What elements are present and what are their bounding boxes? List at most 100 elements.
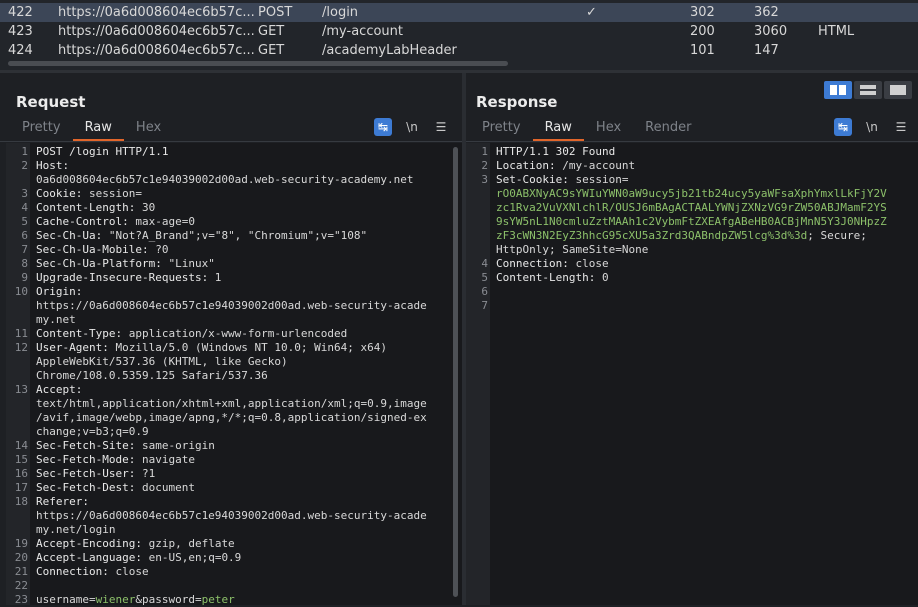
proxy-history-table: 422 https://0a6d008604ec6b57c... POST/logi…	[0, 0, 918, 70]
line-text: Connection: close	[36, 565, 149, 579]
line-segment: text/html,application/xhtml+xml,applicat…	[36, 397, 427, 410]
line-segment: /my-account	[555, 159, 636, 172]
side-by-side-layout-button[interactable]	[824, 81, 852, 99]
line-text: Sec-Fetch-Site: same-origin	[36, 439, 215, 453]
line-text: Cookie: session=	[36, 187, 142, 201]
line-segment: my.net	[36, 313, 76, 326]
tab-raw[interactable]: Raw	[72, 119, 124, 141]
response-tabs: Pretty Raw Hex Render	[470, 119, 703, 141]
line-segment: close	[108, 565, 149, 578]
line-segment: my.net/login	[36, 523, 116, 536]
line-segment: Set-Cookie:	[496, 173, 569, 186]
row-host: https://0a6d008604ec6b57c...	[58, 5, 255, 20]
line-text: Sec-Ch-Ua: "Not?A_Brand";v="8", "Chromiu…	[36, 229, 367, 243]
history-horizontal-scrollbar[interactable]	[8, 61, 508, 66]
single-pane-layout-button[interactable]	[884, 81, 912, 99]
row-host: https://0a6d008604ec6b57c...	[58, 43, 255, 58]
wrap-lines-icon[interactable]: ↹	[834, 118, 852, 136]
line-text: Origin:	[36, 285, 82, 299]
line-text: Cache-Control: max-age=0	[36, 215, 195, 229]
line-number: 2	[21, 159, 28, 172]
line-number: 11	[14, 327, 28, 340]
line-segment: Sec-Fetch-Mode:	[36, 453, 136, 466]
line-number: 16	[14, 467, 28, 480]
line-segment: application/x-www-form-urlencoded	[122, 327, 348, 340]
line-text: AppleWebKit/537.36 (KHTML, like Gecko)	[36, 355, 288, 369]
request-editor[interactable]: 1 POST /login HTTP/1.1 2 Host: 0a6d008604ec6…	[6, 143, 462, 606]
line-text: Chrome/108.0.5359.125 Safari/537.36	[36, 369, 268, 383]
line-number: 4	[481, 257, 488, 270]
line-segment: zc1Rva2VuVXNlchlR/OUSJ6mBAgACTAALYWNjZXN…	[496, 201, 887, 214]
line-segment: gzip, deflate	[141, 537, 235, 550]
line-segment: POST /login HTTP/1.1	[36, 145, 169, 158]
tab-hex[interactable]: Hex	[124, 119, 173, 141]
stacked-layout-button[interactable]	[854, 81, 882, 99]
line-segment: Host:	[36, 159, 70, 172]
line-text: Host:	[36, 159, 69, 173]
line-segment: document	[135, 481, 195, 494]
row-length: 3060	[754, 24, 788, 39]
row-path: /academyLabHeader	[322, 43, 457, 58]
line-segment: zF3cWN3N2EyZ3hhcG95cXU5a3Zrd3QABndpZW5lc…	[496, 229, 808, 242]
row-method: POST	[258, 5, 293, 20]
line-segment: User-Agent:	[36, 341, 109, 354]
line-segment: /avif,image/webp,image/apng,*/*;q=0.8,ap…	[36, 411, 427, 424]
tab-hex[interactable]: Hex	[584, 119, 633, 141]
row-host: https://0a6d008604ec6b57c...	[58, 24, 255, 39]
line-segment: Sec-Ch-Ua:	[36, 229, 103, 242]
line-text: Set-Cookie: session=	[496, 173, 628, 187]
line-number: 20	[14, 551, 28, 564]
line-segment: "Linux"	[161, 257, 215, 270]
history-row[interactable]: 423 https://0a6d008604ec6b57c... GET/my-ac…	[0, 22, 918, 41]
line-number: 6	[21, 229, 28, 242]
line-text: 9sYW5nL1N0cmluZztMAAh1c2VybmFtZXEAfgABeH…	[496, 215, 887, 229]
request-menu-icon[interactable]: ☰	[432, 118, 450, 136]
line-number: 7	[481, 299, 488, 312]
line-segment: rO0ABXNyAC9sYWIuYWN0aW9ucy5jb21tb24ucy5y…	[496, 187, 887, 200]
newline-toggle-icon[interactable]: \n	[863, 118, 881, 136]
line-text: https://0a6d008604ec6b57c1e94039002d00ad…	[36, 299, 427, 313]
line-number: 9	[21, 271, 28, 284]
line-segment: same-origin	[135, 439, 215, 452]
line-segment: Location:	[496, 159, 556, 172]
tab-pretty[interactable]: Pretty	[470, 119, 533, 141]
request-scrollbar[interactable]	[453, 147, 458, 597]
line-segment: 9sYW5nL1N0cmluZztMAAh1c2VybmFtZXEAfgABeH…	[496, 215, 887, 228]
line-segment: &password=	[135, 593, 202, 606]
line-number: 14	[14, 439, 28, 452]
line-segment: peter	[201, 593, 235, 606]
tab-render[interactable]: Render	[633, 119, 703, 141]
line-segment: session=	[82, 187, 142, 200]
line-segment: Content-Length:	[496, 271, 596, 284]
line-segment: session=	[568, 173, 629, 186]
line-text: POST /login HTTP/1.1	[36, 145, 168, 159]
history-row[interactable]: 422 https://0a6d008604ec6b57c... POST/logi…	[0, 3, 918, 22]
history-row[interactable]: 424 https://0a6d008604ec6b57c... GET/acade…	[0, 41, 918, 60]
line-segment: HTTP/1.1 302 Found	[496, 145, 616, 158]
newline-toggle-icon[interactable]: \n	[403, 118, 421, 136]
line-segment: Cache-Control:	[36, 215, 129, 228]
line-segment: Connection:	[496, 257, 569, 270]
line-segment: HttpOnly; SameSite=None	[496, 243, 649, 256]
request-pane: Request Pretty Raw Hex ↹ \n ☰ 1 POST /login…	[0, 73, 462, 606]
line-number: 19	[14, 537, 28, 550]
line-segment: navigate	[135, 453, 195, 466]
line-text: Accept:	[36, 383, 82, 397]
line-text: Content-Length: 30	[36, 201, 155, 215]
row-number: 424	[8, 43, 33, 58]
line-text: Upgrade-Insecure-Requests: 1	[36, 271, 221, 285]
line-text: Content-Length: 0	[496, 271, 609, 285]
response-menu-icon[interactable]: ☰	[892, 118, 910, 136]
line-segment: AppleWebKit/537.36 (KHTML, like Gecko)	[36, 355, 288, 368]
tab-pretty[interactable]: Pretty	[10, 119, 73, 141]
line-segment: 1	[208, 271, 222, 284]
line-segment: 0a6d008604ec6b57c1e94039002d00ad.web-sec…	[36, 173, 414, 186]
tab-raw[interactable]: Raw	[532, 119, 584, 141]
line-number: 5	[21, 215, 28, 228]
line-text: 0a6d008604ec6b57c1e94039002d00ad.web-sec…	[36, 173, 414, 187]
line-text: https://0a6d008604ec6b57c1e94039002d00ad…	[36, 509, 427, 523]
line-number: 1	[21, 145, 28, 158]
line-segment: Sec-Ch-Ua-Platform:	[36, 257, 162, 270]
wrap-lines-icon[interactable]: ↹	[374, 118, 392, 136]
response-editor[interactable]: 1 HTTP/1.1 302 Found 2 Location: /my-accoun…	[466, 143, 918, 605]
